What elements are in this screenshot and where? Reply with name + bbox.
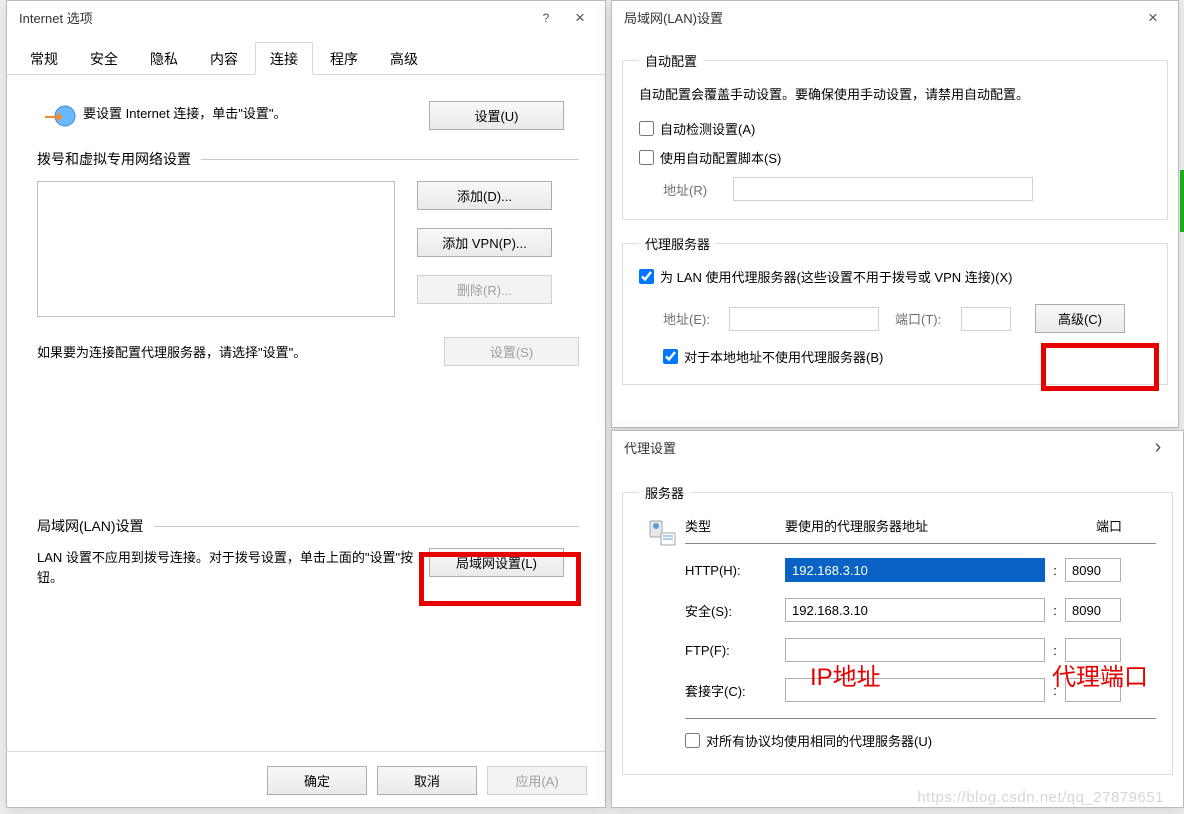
auto-note: 自动配置会覆盖手动设置。要确保使用手动设置，请禁用自动配置。 [639,87,1029,102]
titlebar[interactable]: 局域网(LAN)设置 × [612,1,1178,35]
lan-settings-dialog: 局域网(LAN)设置 × 自动配置 自动配置会覆盖手动设置。要确保使用手动设置，… [611,0,1179,428]
green-strip [1180,170,1184,232]
watermark: https://blog.csdn.net/qq_27879651 [917,789,1164,806]
tab-privacy[interactable]: 隐私 [135,42,193,75]
proxy-row-label: 套接字(C): [685,681,785,700]
dialog-footer: 确定 取消 应用(A) [7,751,605,809]
col-port: 端口 [1096,516,1156,535]
dialup-listbox[interactable] [37,181,395,317]
server-icon [647,518,677,548]
annotation-port: 代理端口 [1052,657,1148,692]
proxy-row-label: FTP(F): [685,643,785,658]
close-icon[interactable]: × [1136,5,1170,31]
proxy-legend: 代理服务器 [639,234,716,253]
use-proxy-checkbox[interactable]: 为 LAN 使用代理服务器(这些设置不用于拨号或 VPN 连接)(X) [639,267,1151,286]
dialog-title: Internet 选项 [19,8,93,27]
proxy-row: HTTP(H):: [685,558,1156,582]
col-type: 类型 [685,516,785,535]
same-proxy-checkbox[interactable]: 对所有协议均使用相同的代理服务器(U) [685,731,1156,750]
globe-arrow-icon [43,101,77,131]
proxy-addr-input[interactable] [785,598,1045,622]
proxy-addr-input[interactable] [785,558,1045,582]
auto-config-fieldset: 自动配置 自动配置会覆盖手动设置。要确保使用手动设置，请禁用自动配置。 自动检测… [622,51,1168,220]
auto-detect-checkbox[interactable]: 自动检测设置(A) [639,119,1151,138]
addr-r-label: 地址(R) [663,180,733,199]
proxy-port-input[interactable] [1065,558,1121,582]
group-dialup-label: 拨号和虚拟专用网络设置 [37,149,191,169]
server-fieldset: 服务器 类型 要使用的代理服务器地址 端口 HTTP(H)::安全(S)::FT… [622,483,1173,775]
group-lan-label: 局域网(LAN)设置 [37,516,144,536]
ok-button[interactable]: 确定 [267,766,367,795]
setup-button[interactable]: 设置(U) [429,101,564,130]
cancel-button[interactable]: 取消 [377,766,477,795]
tab-connections[interactable]: 连接 [255,42,313,75]
proxy-text: 如果要为连接配置代理服务器，请选择"设置"。 [37,345,306,360]
dialog-title: 局域网(LAN)设置 [624,8,723,27]
tab-general[interactable]: 常规 [15,42,73,75]
intro-text: 要设置 Internet 连接，单击"设置"。 [83,106,287,121]
annotation-ip: IP地址 [810,657,881,692]
col-addr: 要使用的代理服务器地址 [785,516,1096,535]
advanced-button[interactable]: 高级(C) [1035,304,1125,333]
server-legend: 服务器 [639,483,690,502]
settings-button: 设置(S) [444,337,579,366]
add-vpn-button[interactable]: 添加 VPN(P)... [417,228,552,257]
port-t-label: 端口(T): [895,309,953,328]
arrow-icon[interactable]: › [1141,435,1175,461]
proxy-row-label: HTTP(H): [685,563,785,578]
bypass-local-checkbox[interactable]: 对于本地地址不使用代理服务器(B) [663,347,1151,366]
addr-e-label: 地址(E): [663,309,721,328]
proxy-row-label: 安全(S): [685,601,785,620]
help-icon[interactable]: ? [529,5,563,31]
use-script-checkbox[interactable]: 使用自动配置脚本(S) [639,148,1151,167]
tab-programs[interactable]: 程序 [315,42,373,75]
lan-settings-button[interactable]: 局域网设置(L) [429,548,564,577]
proxy-settings-dialog: 代理设置 › 服务器 类型 要使用的代理服务器地址 端口 [611,430,1184,808]
tab-content[interactable]: 内容 [195,42,253,75]
script-addr-input [733,177,1033,201]
dialog-title: 代理设置 [624,438,676,457]
proxy-row: 安全(S):: [685,598,1156,622]
remove-button: 删除(R)... [417,275,552,304]
tab-bar: 常规 安全 隐私 内容 连接 程序 高级 [7,35,605,75]
titlebar[interactable]: 代理设置 › [612,431,1183,465]
add-button[interactable]: 添加(D)... [417,181,552,210]
tab-advanced[interactable]: 高级 [375,42,433,75]
close-icon[interactable]: × [563,5,597,31]
proxy-fieldset: 代理服务器 为 LAN 使用代理服务器(这些设置不用于拨号或 VPN 连接)(X… [622,234,1168,385]
proxy-port-input [961,307,1011,331]
apply-button: 应用(A) [487,766,587,795]
lan-desc: LAN 设置不应用到拨号连接。对于拨号设置，单击上面的"设置"按钮。 [37,550,413,585]
tab-security[interactable]: 安全 [75,42,133,75]
proxy-port-input[interactable] [1065,598,1121,622]
internet-options-dialog: Internet 选项 ? × 常规 安全 隐私 内容 连接 程序 高级 要设置… [6,0,606,808]
titlebar[interactable]: Internet 选项 ? × [7,1,605,35]
proxy-addr-input [729,307,879,331]
auto-config-legend: 自动配置 [639,51,703,70]
